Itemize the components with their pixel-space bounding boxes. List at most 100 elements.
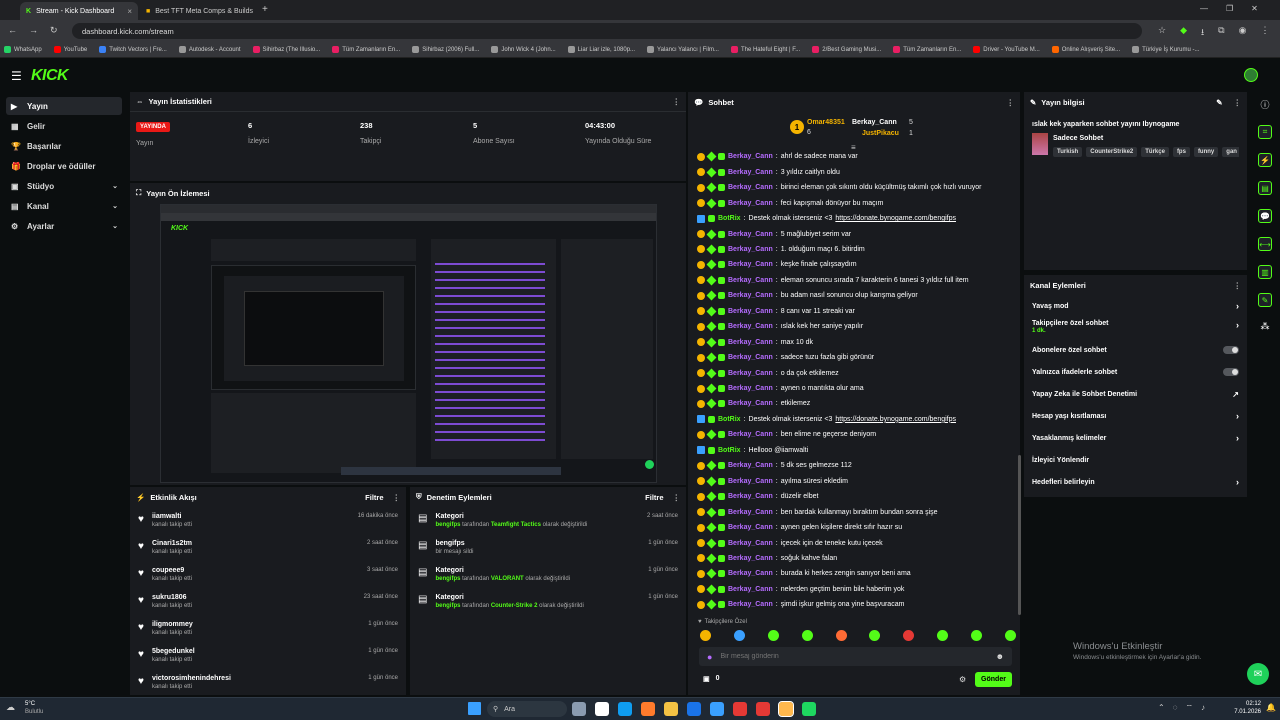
chat-message[interactable]: Berkay_Cann: ben elime ne geçerse deniyom [697, 427, 876, 443]
bookmark-star-icon[interactable]: ☆ [1158, 25, 1166, 41]
chat-message[interactable]: Berkay_Cann: eleman sonuncu sırada 7 kara… [697, 273, 969, 289]
sidebar-item-0[interactable]: ▶ Yayın [6, 97, 122, 115]
reload-icon[interactable]: ↻ [50, 25, 58, 36]
chevron-down-icon[interactable]: ⌄ [112, 202, 118, 210]
minimize-icon[interactable]: — [1200, 4, 1208, 13]
channel-action-item[interactable]: Hesap yaşı kısıtlaması › [1024, 405, 1247, 427]
chat-message[interactable]: Berkay_Cann:5 dk ses gelmezse 112 [697, 458, 852, 474]
rail-button-1-icon[interactable]: ⌗ [1258, 125, 1272, 139]
back-icon[interactable]: ← [8, 25, 17, 36]
stream-tag[interactable]: Turkish [1053, 147, 1083, 157]
activity-item[interactable]: ♥ Cinari1s2tm kanalı takip etti 2 saat önce [130, 534, 406, 561]
chat-message[interactable]: Berkay_Cann:1. olduğum maçı 6. bitirdim [697, 242, 865, 258]
stream-tag[interactable]: fps [1172, 147, 1190, 157]
chat-username[interactable]: Berkay_Cann [728, 586, 773, 593]
bookmark-item[interactable]: Yalancı Yalancı | Film... [647, 46, 719, 53]
bookmark-item[interactable]: Sihirbaz (The Illusio... [252, 46, 320, 53]
chat-username[interactable]: Berkay_Cann [728, 570, 773, 577]
chat-input-box[interactable]: ● ☻ [699, 647, 1012, 666]
chat-message[interactable]: Berkay_Cann:8 canı var 11 streaki var [697, 304, 855, 320]
edit-icon[interactable]: ✎ [1216, 98, 1222, 107]
help-chat-icon[interactable]: ✉ [1247, 663, 1269, 685]
emote-icon[interactable] [700, 630, 711, 641]
moderation-actor[interactable]: bengifps [435, 603, 460, 609]
chat-message[interactable]: BotRix: Destek olmak isterseniz <3 https:… [697, 412, 956, 428]
activity-item[interactable]: ♥ 5begedunkel kanalı takip etti 1 gün önce [130, 642, 406, 669]
bookmark-item[interactable]: Tüm Zamanların En... [893, 46, 961, 53]
activity-username[interactable]: Cinari1s2tm [152, 540, 192, 547]
weather-temp[interactable]: 5°C [25, 701, 35, 707]
chat-username[interactable]: Berkay_Cann [728, 308, 773, 315]
info-icon[interactable]: ⓘ [1260, 98, 1269, 111]
chat-link[interactable]: https://donate.bynogame.com/bengifps [835, 215, 956, 222]
taskbar-app-icon[interactable] [778, 701, 794, 717]
chat-username[interactable]: BotRix [718, 416, 741, 423]
chat-message[interactable]: Berkay_Cann: ayılma süresi ekledim [697, 473, 848, 489]
rail-button-7-icon[interactable]: ✎ [1258, 293, 1272, 307]
emote-icon[interactable] [971, 630, 982, 641]
taskbar-app-icon[interactable] [572, 702, 586, 716]
network-icon[interactable]: ◌ [1173, 703, 1178, 713]
moderation-actor[interactable]: bengifps [435, 522, 460, 528]
hamburger-icon[interactable]: ☰ [11, 69, 22, 83]
toggle-switch[interactable] [1223, 368, 1239, 376]
stream-preview-video[interactable]: KICK [160, 204, 657, 483]
chat-username[interactable]: Berkay_Cann [728, 385, 773, 392]
category-name[interactable]: Sadece Sohbet [1053, 135, 1103, 142]
windows-start-icon[interactable] [468, 702, 481, 715]
activity-item[interactable]: ♥ iligmommey kanalı takip etti 1 gün önce [130, 615, 406, 642]
close-window-icon[interactable]: ✕ [1251, 4, 1258, 13]
chat-message[interactable]: Berkay_Cann: içecek için de teneke kutu i… [697, 535, 883, 551]
chat-message[interactable]: Berkay_Cann: o da çok etkilemez [697, 365, 839, 381]
more-icon[interactable]: ⋮ [1234, 281, 1242, 290]
emote-icon[interactable] [869, 630, 881, 641]
activity-username[interactable]: 5begedunkel [152, 648, 195, 655]
channel-action-item[interactable]: Abonelere özel sohbet [1024, 339, 1247, 361]
taskbar-app-icon[interactable] [687, 702, 701, 716]
bookmark-item[interactable]: Online Alışveriş Site... [1051, 46, 1120, 53]
chat-username[interactable]: Berkay_Cann [728, 153, 773, 160]
activity-item[interactable]: ♥ sukru1806 kanalı takip etti 23 saat önce [130, 588, 406, 615]
sidebar-item-2[interactable]: 🏆 Başarılar [6, 137, 122, 155]
channel-action-item[interactable]: Yalnızca ifadelerle sohbet [1024, 361, 1247, 383]
profile-icon[interactable]: ◉ [1239, 25, 1247, 41]
apps-icon[interactable]: ⁂ [1261, 321, 1270, 332]
taskbar-search[interactable]: ⚲ Ara [487, 701, 567, 717]
sidebar-item-1[interactable]: ▦ Gelir [6, 117, 122, 135]
bookmark-item[interactable]: Tüm Zamanların En... [332, 46, 400, 53]
channel-action-item[interactable]: Yasaklanmış kelimeler › [1024, 427, 1247, 449]
toggle-switch[interactable] [1223, 346, 1239, 354]
extensions-icon[interactable]: ⧉ [1218, 25, 1224, 41]
chat-message[interactable]: Berkay_Cann: etkilemez [697, 396, 810, 412]
chat-message[interactable]: Berkay_Cann: feci kapışmalı dönüyor bu ma… [697, 195, 883, 211]
sidebar-item-4[interactable]: ▣ Stüdyo ⌄ [6, 177, 122, 195]
chat-message[interactable]: BotRix: Hellooo @iiamwalti [697, 443, 808, 459]
chat-message[interactable]: Berkay_Cann: nelerden geçtim benim bile h… [697, 582, 904, 598]
channel-action-item[interactable]: Yavaş mod › [1024, 295, 1247, 317]
sidebar-item-5[interactable]: ▤ Kanal ⌄ [6, 197, 122, 215]
chat-message[interactable]: Berkay_Cann: ben bardak kullanmayı bırakt… [697, 504, 938, 520]
bookmark-item[interactable]: Türkiye İş Kurumu -... [1132, 46, 1199, 53]
emote-icon[interactable] [801, 630, 813, 641]
moderation-filter-button[interactable]: Filtre [645, 493, 663, 502]
activity-username[interactable]: iligmommey [152, 621, 193, 628]
clock-time[interactable]: 02:12 [1233, 701, 1261, 707]
chevron-right-icon[interactable]: › [1236, 477, 1239, 487]
url-input[interactable]: dashboard.kick.com/stream [72, 23, 1142, 39]
bookmark-item[interactable]: WhatsApp [4, 46, 42, 53]
chat-username[interactable]: Berkay_Cann [728, 184, 773, 191]
rail-button-4-icon[interactable]: 💬 [1258, 209, 1272, 223]
chat-input[interactable] [720, 653, 988, 660]
external-link-icon[interactable]: ↗ [1232, 390, 1239, 399]
chat-link[interactable]: https://donate.bynogame.com/bengifps [835, 416, 956, 423]
volume-icon[interactable]: ♪ [1201, 703, 1205, 713]
chat-username[interactable]: Berkay_Cann [728, 540, 773, 547]
taskbar-app-icon[interactable] [618, 702, 632, 716]
bookmark-item[interactable]: Sihirbaz (2006) Full... [412, 46, 479, 53]
rail-button-5-icon[interactable]: ⟷ [1258, 237, 1272, 251]
activity-item[interactable]: ♥ coupeee9 kanalı takip etti 3 saat önce [130, 561, 406, 588]
stream-tag[interactable]: CounterStrike2 [1086, 147, 1138, 157]
chat-message[interactable]: Berkay_Cann: aynen gelen kişilere direkt … [697, 520, 902, 536]
mic-icon[interactable]: ● [707, 652, 712, 662]
chat-message[interactable]: Berkay_Cann: keşke finale çalışsaydım [697, 257, 857, 273]
